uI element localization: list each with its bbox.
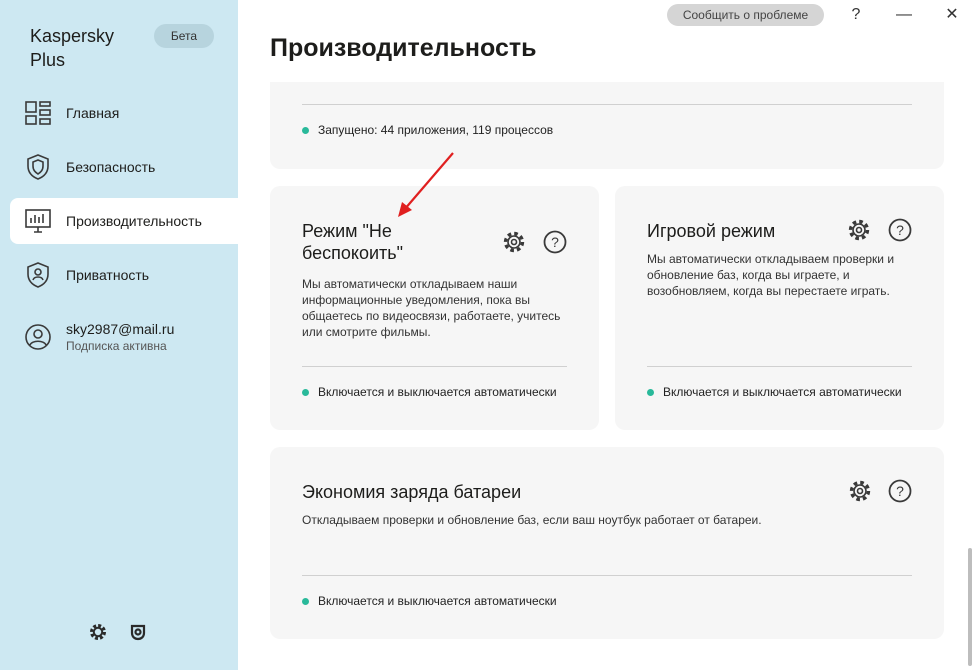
help-circle-icon[interactable]: ? [887, 217, 913, 243]
battery-saver-title: Экономия заряда батареи [302, 482, 522, 502]
scrollbar-thumb[interactable] [968, 548, 972, 666]
svg-text:?: ? [896, 483, 904, 499]
game-mode-status-text: Включается и выключается автоматически [663, 385, 902, 399]
minimize-button[interactable]: — [893, 4, 915, 26]
account-email: sky2987@mail.ru [66, 321, 175, 337]
dnd-mode-card[interactable]: Режим "Не беспокоить" ? Мы автоматически… [270, 186, 599, 430]
battery-saver-status-text: Включается и выключается автоматически [318, 594, 557, 608]
sidebar-item-label: Производительность [66, 213, 202, 229]
game-mode-title: Игровой режим [647, 221, 776, 241]
battery-saver-description: Откладываем проверки и обновление баз, е… [302, 513, 762, 527]
sidebar-item-home[interactable]: Главная [10, 90, 238, 136]
sidebar-item-label: Главная [66, 105, 120, 121]
subscription-status: Подписка активна [66, 339, 167, 353]
page-title: Производительность [270, 34, 537, 62]
sidebar-item-performance[interactable]: Производительность [10, 198, 238, 244]
performance-icon [24, 207, 52, 235]
settings-icon[interactable] [88, 622, 108, 642]
divider [302, 366, 567, 367]
gear-icon[interactable] [846, 217, 872, 243]
user-icon [24, 323, 52, 351]
status-line: Включается и выключается автоматически [302, 594, 557, 608]
dnd-status-text: Включается и выключается автоматически [318, 385, 557, 399]
sidebar-item-privacy[interactable]: Приватность [10, 252, 238, 298]
status-line: Включается и выключается автоматически [302, 385, 557, 399]
sidebar-item-security[interactable]: Безопасность [10, 144, 238, 190]
gear-icon[interactable] [501, 229, 527, 255]
close-button[interactable]: ✕ [941, 4, 963, 26]
support-icon[interactable] [128, 622, 148, 642]
gear-icon[interactable] [847, 478, 873, 504]
status-line: Запущено: 44 приложения, 119 процессов [302, 123, 553, 137]
battery-saver-card[interactable]: Экономия заряда батареи ? Откладываем пр… [270, 447, 944, 639]
status-line: Включается и выключается автоматически [647, 385, 902, 399]
svg-text:?: ? [551, 234, 559, 250]
game-mode-description: Мы автоматически откладываем проверки и … [647, 252, 895, 298]
sidebar-item-label: Безопасность [66, 159, 156, 175]
beta-badge: Бета [154, 24, 214, 48]
svg-text:?: ? [896, 222, 904, 238]
divider [302, 104, 912, 105]
grid-icon [24, 99, 52, 127]
help-circle-icon[interactable]: ? [542, 229, 568, 255]
running-status-text: Запущено: 44 приложения, 119 процессов [318, 123, 554, 137]
sidebar-item-label: Приватность [66, 267, 150, 283]
shield-icon [24, 153, 52, 181]
dnd-description: Мы автоматически откладываем наши информ… [302, 277, 561, 339]
status-dot [647, 388, 654, 396]
divider [302, 575, 912, 576]
game-mode-card[interactable]: Игровой режим ? Мы автоматически отклады… [615, 186, 944, 430]
running-apps-card: Запущено: 44 приложения, 119 процессов [270, 82, 944, 169]
status-dot [302, 388, 309, 396]
help-button[interactable]: ? [845, 4, 867, 26]
status-dot [302, 126, 309, 134]
app-name: Kaspersky Plus [30, 26, 115, 70]
dnd-title: Режим "Не беспокоить" [302, 221, 404, 263]
help-circle-icon[interactable]: ? [887, 478, 913, 504]
status-dot [302, 597, 309, 605]
sidebar: Kaspersky Plus Бета Главная Безопасность… [0, 0, 238, 670]
report-problem-button[interactable]: Сообщить о проблеме [667, 4, 824, 26]
divider [647, 366, 912, 367]
account-info[interactable]: sky2987@mail.ru Подписка активна [24, 320, 174, 354]
privacy-shield-icon [24, 261, 52, 289]
